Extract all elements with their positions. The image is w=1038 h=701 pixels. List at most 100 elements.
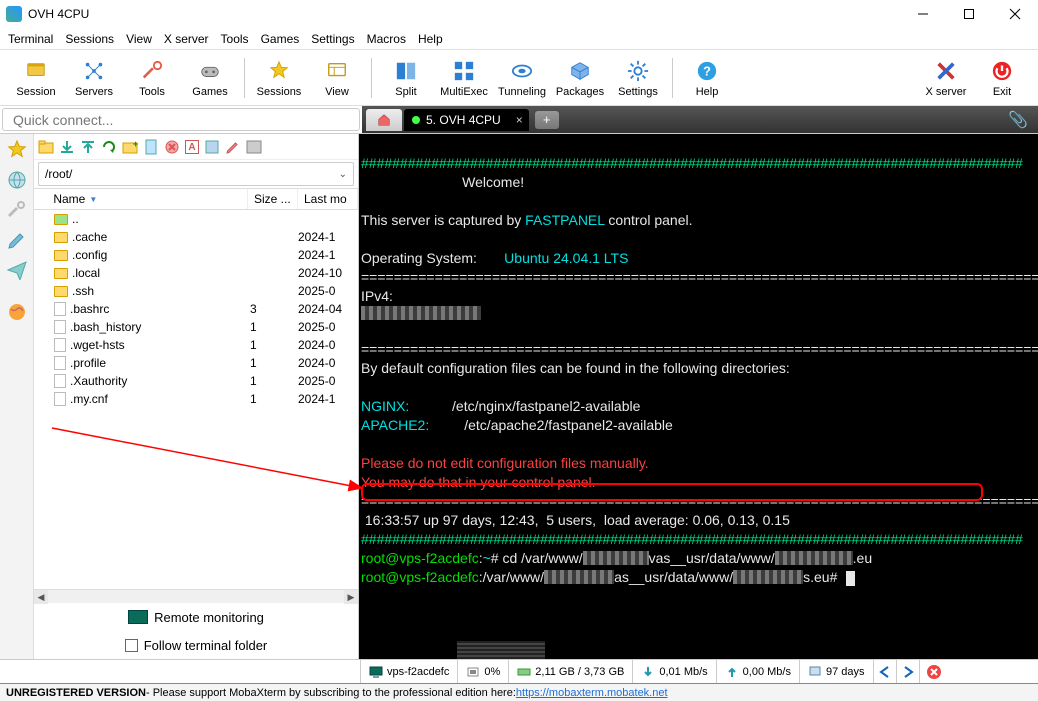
- paperclip-icon[interactable]: 📎: [1008, 110, 1038, 130]
- menu-view[interactable]: View: [126, 32, 152, 46]
- file-name: .my.cnf: [70, 392, 108, 406]
- status-nav-right[interactable]: [896, 660, 919, 683]
- checkbox-icon: [125, 639, 138, 652]
- remote-monitoring-button[interactable]: Remote monitoring: [34, 603, 358, 631]
- send-icon[interactable]: [7, 260, 27, 280]
- file-row[interactable]: .Xauthority12025-0: [34, 372, 358, 390]
- file-name: ..: [72, 212, 79, 226]
- refresh-icon[interactable]: [101, 139, 117, 155]
- globe-icon[interactable]: [7, 170, 27, 190]
- pen-icon[interactable]: [7, 230, 27, 250]
- status-cpu: 0%: [457, 660, 508, 683]
- earth-icon[interactable]: [7, 302, 27, 322]
- minimize-button[interactable]: [900, 0, 946, 28]
- tab-strip: 5. OVH 4CPU × + 📎: [362, 106, 1038, 133]
- quick-tab-row: 5. OVH 4CPU × + 📎: [0, 106, 1038, 134]
- tool-help[interactable]: ?Help: [679, 51, 735, 105]
- footer-link[interactable]: https://mobaxterm.mobatek.net: [516, 687, 668, 699]
- sftp-path-value: /root/: [45, 167, 72, 181]
- tab-new-button[interactable]: +: [535, 111, 559, 129]
- redacted-path-1b: [775, 551, 853, 565]
- close-button[interactable]: [992, 0, 1038, 28]
- delete-icon[interactable]: [164, 139, 180, 155]
- file-row[interactable]: .my.cnf12024-1: [34, 390, 358, 408]
- menu-sessions[interactable]: Sessions: [65, 32, 114, 46]
- tool-split[interactable]: Split: [378, 51, 434, 105]
- sidebar-hscroll[interactable]: ◀▶: [34, 589, 358, 603]
- tool-multiexec[interactable]: MultiExec: [436, 51, 492, 105]
- sftp-toolbar: + A: [34, 134, 358, 160]
- maximize-button[interactable]: [946, 0, 992, 28]
- tab-home[interactable]: [366, 109, 402, 131]
- file-name: .local: [72, 266, 100, 280]
- menu-tools[interactable]: Tools: [221, 32, 249, 46]
- star-icon[interactable]: [7, 140, 27, 160]
- memory-icon: [517, 666, 531, 678]
- file-row[interactable]: ..: [34, 210, 358, 228]
- tool-games[interactable]: Games: [182, 51, 238, 105]
- tab-active-session[interactable]: 5. OVH 4CPU ×: [404, 109, 529, 131]
- menu-games[interactable]: Games: [261, 32, 300, 46]
- menu-settings[interactable]: Settings: [311, 32, 354, 46]
- status-close[interactable]: [919, 660, 948, 683]
- terminal-hscroll[interactable]: [359, 641, 1038, 659]
- file-size: 1: [250, 374, 298, 388]
- new-file-icon[interactable]: [143, 139, 159, 155]
- footer-msg: - Please support MobaXterm by subscribin…: [146, 687, 516, 699]
- tool-view[interactable]: View: [309, 51, 365, 105]
- footer: UNREGISTERED VERSION - Please support Mo…: [0, 683, 1038, 701]
- chevron-down-icon[interactable]: ⌄: [339, 169, 347, 180]
- file-row[interactable]: .wget-hsts12024-0: [34, 336, 358, 354]
- status-host: vps-f2acdefc: [360, 660, 457, 683]
- parent-folder-icon: [54, 214, 68, 225]
- file-icon: [54, 392, 66, 406]
- sftp-path-input[interactable]: /root/ ⌄: [38, 162, 354, 186]
- svg-text:+: +: [133, 139, 138, 149]
- tool-xserver[interactable]: X server: [918, 51, 974, 105]
- file-row[interactable]: .ssh2025-0: [34, 282, 358, 300]
- tool-sessions[interactable]: Sessions: [251, 51, 307, 105]
- column-modified[interactable]: Last mo: [298, 189, 358, 209]
- file-row[interactable]: .cache2024-1: [34, 228, 358, 246]
- menu-help[interactable]: Help: [418, 32, 443, 46]
- annotation-highlight-box: [361, 483, 983, 501]
- download-icon[interactable]: [59, 139, 75, 155]
- tool-servers[interactable]: Servers: [66, 51, 122, 105]
- terminal-small-icon[interactable]: [246, 139, 262, 155]
- tool-tunneling[interactable]: Tunneling: [494, 51, 550, 105]
- menu-terminal[interactable]: Terminal: [8, 32, 53, 46]
- menu-macros[interactable]: Macros: [367, 32, 406, 46]
- quick-connect-input[interactable]: [2, 108, 360, 131]
- window-title: OVH 4CPU: [28, 7, 89, 21]
- pen2-icon[interactable]: [225, 139, 241, 155]
- menu-xserver[interactable]: X server: [164, 32, 209, 46]
- main-area: + A /root/ ⌄ Name▼ Size ... Last mo .. .ca…: [0, 134, 1038, 659]
- tool-session[interactable]: Session: [8, 51, 64, 105]
- file-row[interactable]: .profile12024-0: [34, 354, 358, 372]
- file-row[interactable]: .bashrc32024-04: [34, 300, 358, 318]
- wrench-icon[interactable]: [7, 200, 27, 220]
- file-modified: 2025-0: [298, 374, 358, 388]
- follow-terminal-checkbox[interactable]: Follow terminal folder: [34, 631, 358, 659]
- tool-settings[interactable]: Settings: [610, 51, 666, 105]
- toggle-a-icon[interactable]: A: [185, 140, 199, 154]
- tool-exit[interactable]: Exit: [974, 51, 1030, 105]
- unregistered-label: UNREGISTERED VERSION: [6, 687, 146, 699]
- edit-icon[interactable]: [204, 139, 220, 155]
- file-row[interactable]: .bash_history12025-0: [34, 318, 358, 336]
- upload-icon[interactable]: [80, 139, 96, 155]
- tab-close-button[interactable]: ×: [516, 113, 523, 127]
- file-row[interactable]: .config2024-1: [34, 246, 358, 264]
- status-up: 0,00 Mb/s: [716, 660, 799, 683]
- new-folder-icon[interactable]: +: [122, 139, 138, 155]
- folder-icon[interactable]: [38, 139, 54, 155]
- tool-packages[interactable]: Packages: [552, 51, 608, 105]
- column-name[interactable]: Name▼: [34, 189, 248, 209]
- file-size: 1: [250, 392, 298, 406]
- file-name: .cache: [72, 230, 107, 244]
- status-nav-left[interactable]: [873, 660, 896, 683]
- column-size[interactable]: Size ...: [248, 189, 298, 209]
- file-row[interactable]: .local2024-10: [34, 264, 358, 282]
- terminal[interactable]: ########################################…: [359, 134, 1038, 659]
- tool-tools[interactable]: Tools: [124, 51, 180, 105]
